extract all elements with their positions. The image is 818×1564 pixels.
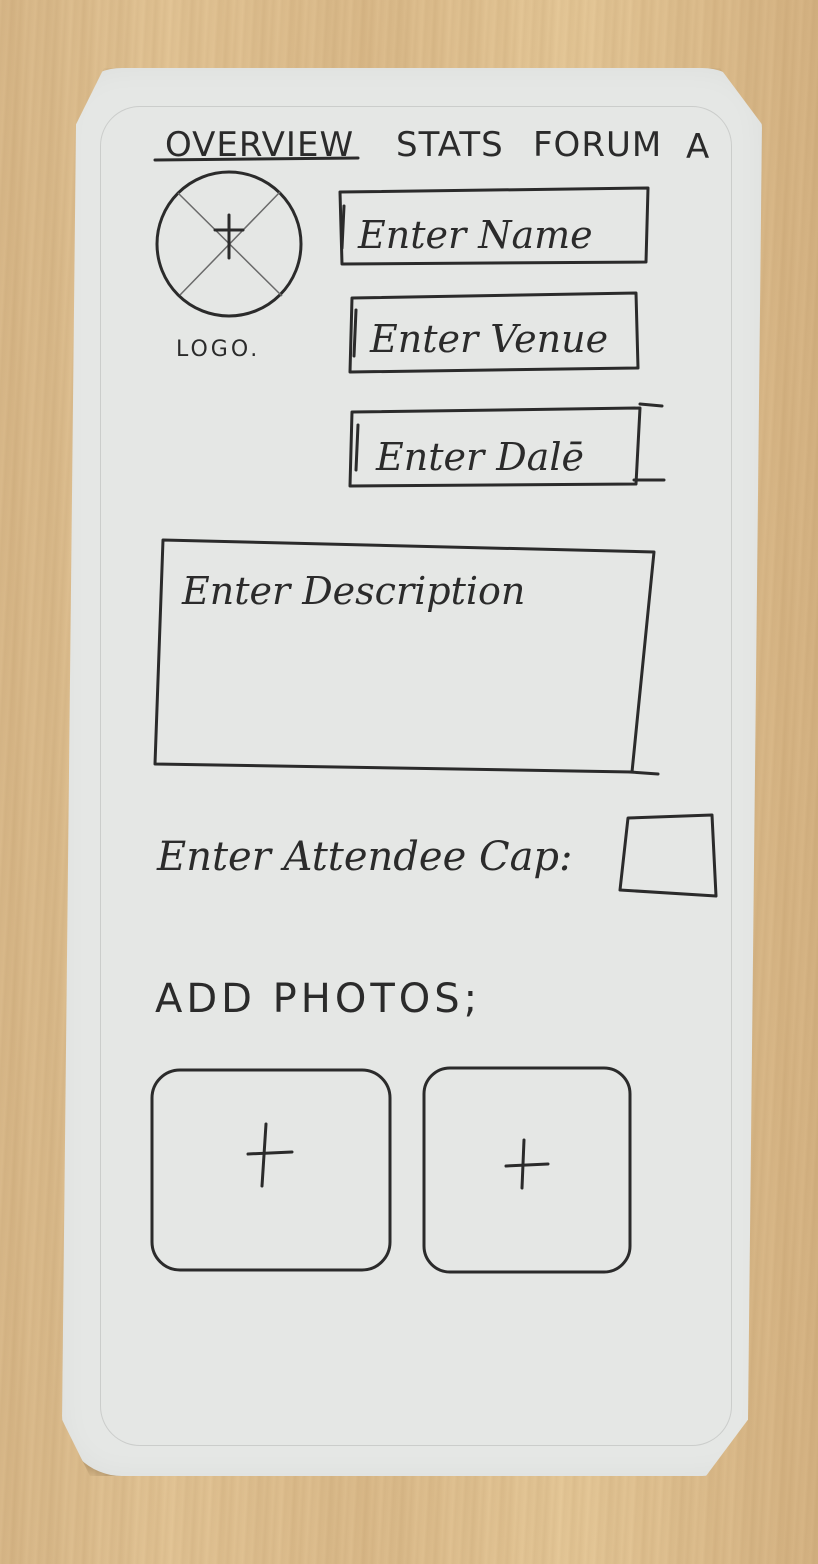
- tab-stats[interactable]: STATS: [396, 125, 504, 165]
- venue-input-placeholder: Enter Venue: [369, 317, 608, 361]
- venue-cursor-mark: [352, 308, 358, 358]
- date-input-placeholder: Enter Dalē: [375, 435, 584, 479]
- plus-icon: [504, 1138, 550, 1190]
- tab-a-truncated[interactable]: A: [686, 127, 710, 167]
- add-photos-heading: ADD PHOTOS;: [155, 976, 481, 1022]
- tab-bar: OVERVIEW STATS FORUM A: [153, 125, 710, 167]
- tab-forum[interactable]: FORUM: [533, 125, 662, 165]
- attendee-cap-label: Enter Attendee Cap:: [156, 834, 573, 880]
- attendee-cap-input[interactable]: [618, 813, 718, 898]
- venue-field[interactable]: Enter Venue: [348, 291, 640, 374]
- wireframe-sketch: OVERVIEW STATS FORUM A LOGO. Enter Name …: [150, 125, 718, 1274]
- name-field[interactable]: Enter Name: [338, 186, 650, 266]
- photo-slot-1[interactable]: [150, 1068, 392, 1272]
- logo-upload[interactable]: LOGO.: [155, 170, 303, 362]
- name-input-placeholder: Enter Name: [357, 213, 593, 257]
- photo-slot-1-box: [150, 1068, 392, 1272]
- tab-overview-underline: [153, 156, 360, 162]
- photo-slot-2-box: [422, 1066, 632, 1274]
- tab-a-label: A: [686, 127, 710, 167]
- description-placeholder: Enter Description: [181, 569, 525, 613]
- tab-forum-label: FORUM: [533, 125, 662, 165]
- plus-icon: [213, 213, 245, 260]
- plus-icon: [246, 1122, 294, 1188]
- description-box-tail: [628, 770, 660, 776]
- tab-overview[interactable]: OVERVIEW: [153, 125, 360, 165]
- logo-caption: LOGO.: [176, 337, 260, 362]
- date-field[interactable]: Enter Dalē: [348, 402, 666, 488]
- photo-slot-2[interactable]: [422, 1066, 632, 1274]
- description-field[interactable]: Enter Description: [153, 538, 660, 776]
- tab-stats-label: STATS: [396, 125, 504, 165]
- photos-section: ADD PHOTOS;: [150, 976, 632, 1274]
- name-cursor-mark: [340, 204, 346, 250]
- attendee-cap-row: Enter Attendee Cap:: [156, 813, 718, 898]
